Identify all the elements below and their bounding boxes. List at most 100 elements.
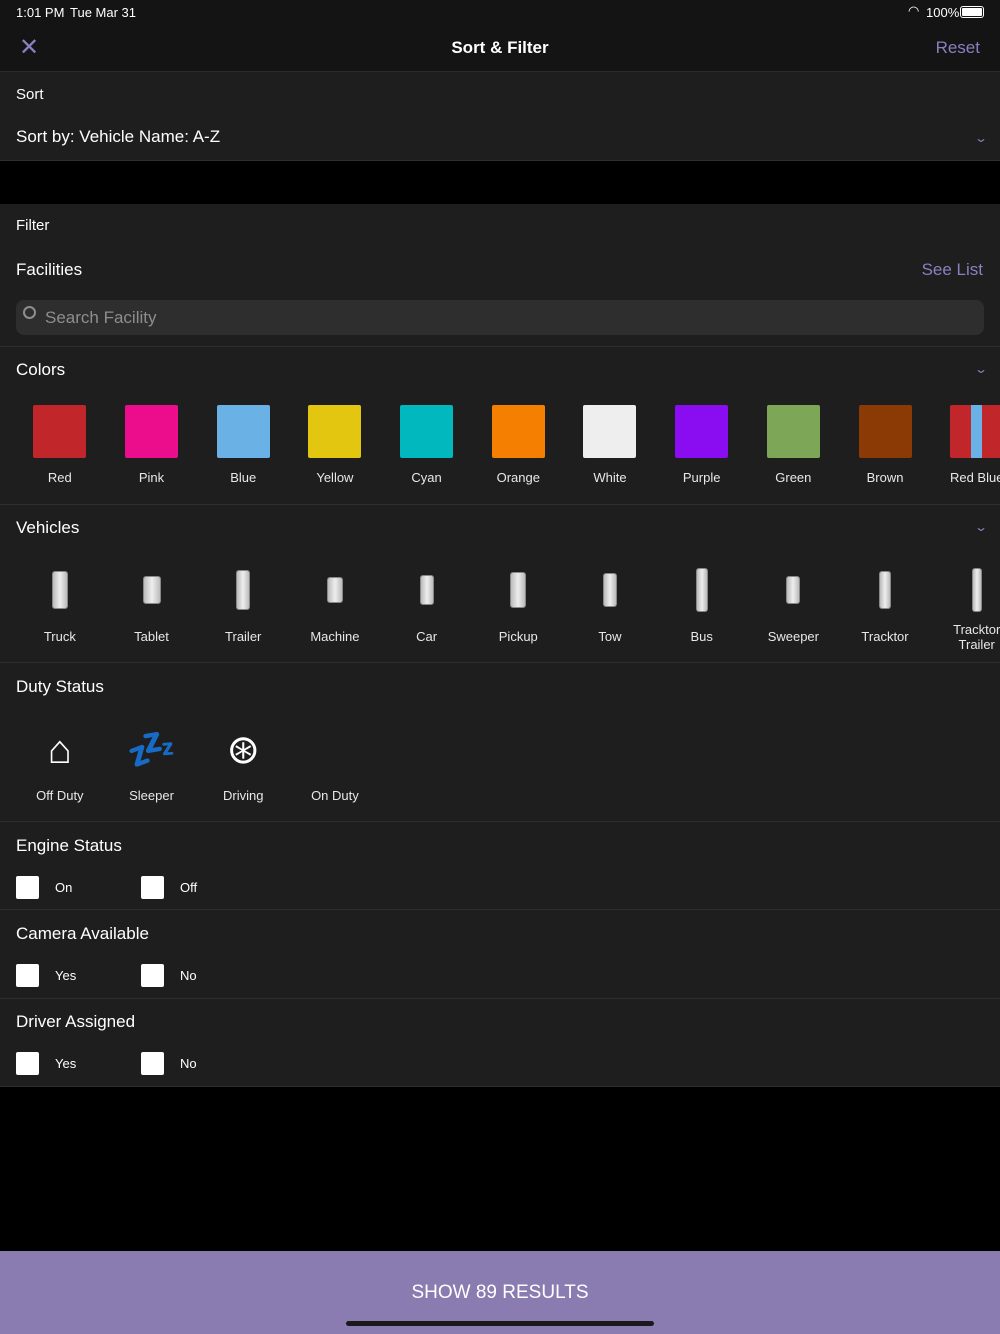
vehicle-icon [142, 576, 161, 604]
vehicle-option[interactable]: Car [381, 565, 473, 652]
engine-off-label: Off [180, 880, 198, 895]
color-label: Yellow [316, 470, 354, 485]
home-indicator [346, 1321, 654, 1326]
nav-header: ✕ Sort & Filter Reset [0, 24, 1000, 72]
color-option[interactable]: Red Blue [931, 405, 1000, 485]
vehicle-icon [51, 571, 68, 609]
chevron-down-icon[interactable]: ⌄ [974, 520, 988, 534]
camera-section: Camera Available Yes No [0, 910, 1000, 999]
color-option[interactable]: Brown [839, 405, 931, 485]
show-results-button[interactable]: SHOW 89 RESULTS [0, 1251, 1000, 1334]
vehicles-title: Vehicles [16, 518, 80, 537]
vehicle-label: Car [416, 629, 438, 644]
engine-off-checkbox[interactable] [141, 876, 164, 899]
engine-on-checkbox[interactable] [16, 876, 39, 899]
color-swatch [400, 405, 454, 458]
color-option[interactable]: Purple [656, 405, 748, 485]
search-placeholder: Search Facility [45, 308, 157, 327]
on-duty-icon [289, 725, 381, 775]
duty-option[interactable]: On Duty [289, 725, 381, 803]
color-option[interactable]: Pink [106, 405, 198, 485]
vehicle-label: Tracktor [861, 629, 909, 644]
search-icon [23, 306, 36, 319]
colors-title: Colors [16, 360, 66, 379]
sort-section: Sort Sort by: Vehicle Name: A-Z ⌄ [0, 72, 1000, 161]
reset-button[interactable]: Reset [936, 38, 980, 58]
color-swatch [766, 405, 820, 458]
duty-label: Off Duty [36, 788, 84, 803]
vehicle-icon [695, 568, 708, 612]
sleep-icon: 💤 [126, 728, 177, 772]
vehicle-option[interactable]: Pickup [472, 565, 564, 652]
vehicle-option[interactable]: Sweeper [748, 565, 840, 652]
vehicle-option[interactable]: Tablet [106, 565, 198, 652]
color-swatch [950, 405, 1000, 458]
duty-option[interactable]: ⌂ Off Duty [14, 725, 106, 803]
engine-title: Engine Status [16, 836, 122, 855]
duty-section: Duty Status ⌂ Off Duty 💤 Sleeper ⊛ Driving On … [0, 663, 1000, 822]
vehicle-label: Bus [690, 629, 713, 644]
battery-level: 100% [926, 5, 960, 20]
color-label: White [593, 470, 627, 485]
color-swatch [491, 405, 545, 458]
camera-no-label: No [180, 968, 197, 983]
driver-no-checkbox[interactable] [141, 1052, 164, 1075]
vehicle-label: Trailer [225, 629, 262, 644]
color-option[interactable]: Yellow [289, 405, 381, 485]
show-results-label: SHOW 89 RESULTS [411, 1282, 589, 1303]
color-label: Orange [496, 470, 540, 485]
color-option[interactable]: Orange [472, 405, 564, 485]
vehicle-label: Tow [598, 629, 622, 644]
status-date: Tue Mar 31 [70, 5, 136, 20]
facilities-title: Facilities [16, 260, 83, 279]
vehicle-option[interactable]: Tracktor [839, 565, 931, 652]
color-swatch [216, 405, 270, 458]
color-option[interactable]: Blue [197, 405, 289, 485]
vehicle-icon [971, 568, 982, 612]
vehicle-option[interactable]: Machine [289, 565, 381, 652]
duty-label: On Duty [311, 788, 359, 803]
vehicle-option[interactable]: Bus [656, 565, 748, 652]
color-swatch [858, 405, 912, 458]
wifi-icon: ◠ [908, 3, 920, 18]
color-option[interactable]: Cyan [381, 405, 473, 485]
driver-yes-checkbox[interactable] [16, 1052, 39, 1075]
sort-dropdown[interactable]: Sort by: Vehicle Name: A-Z ⌄ [0, 116, 1000, 160]
color-swatch [308, 405, 362, 458]
vehicle-label: Truck [43, 629, 76, 644]
vehicle-icon [786, 576, 801, 604]
vehicle-option[interactable]: Truck [14, 565, 106, 652]
color-label: Purple [682, 470, 721, 485]
duty-option[interactable]: ⊛ Driving [197, 725, 289, 803]
sort-value: Sort by: Vehicle Name: A-Z [16, 127, 221, 146]
color-label: Brown [866, 470, 904, 485]
engine-section: Engine Status On Off [0, 822, 1000, 910]
vehicle-icon [236, 570, 251, 610]
color-option[interactable]: Green [748, 405, 840, 485]
vehicle-option[interactable]: Trailer [197, 565, 289, 652]
color-label: Blue [230, 470, 257, 485]
color-swatch [33, 405, 87, 458]
sort-label: Sort [16, 86, 44, 103]
duty-option[interactable]: 💤 Sleeper [106, 725, 198, 803]
color-option[interactable]: Red [14, 405, 106, 485]
duty-label: Sleeper [129, 788, 174, 803]
driver-no-label: No [180, 1056, 197, 1071]
camera-title: Camera Available [16, 924, 149, 943]
chevron-down-icon[interactable]: ⌄ [974, 362, 988, 376]
driver-title: Driver Assigned [16, 1012, 136, 1031]
camera-no-checkbox[interactable] [141, 964, 164, 987]
chevron-down-icon: ⌄ [973, 131, 989, 145]
vehicle-icon [419, 575, 434, 605]
page-title: Sort & Filter [451, 38, 549, 57]
duty-options: ⌂ Off Duty 💤 Sleeper ⊛ Driving On Duty [14, 725, 381, 803]
vehicle-option[interactable]: Tracktor Trailer [931, 565, 1000, 652]
camera-yes-checkbox[interactable] [16, 964, 39, 987]
see-list-link[interactable]: See List [922, 260, 983, 280]
color-label: Cyan [411, 470, 442, 485]
vehicle-label: Tracktor Trailer [953, 622, 1000, 652]
vehicle-option[interactable]: Tow [564, 565, 656, 652]
vehicle-icon [602, 573, 617, 607]
color-option[interactable]: White [564, 405, 656, 485]
facility-search-input[interactable]: Search Facility [16, 300, 984, 335]
